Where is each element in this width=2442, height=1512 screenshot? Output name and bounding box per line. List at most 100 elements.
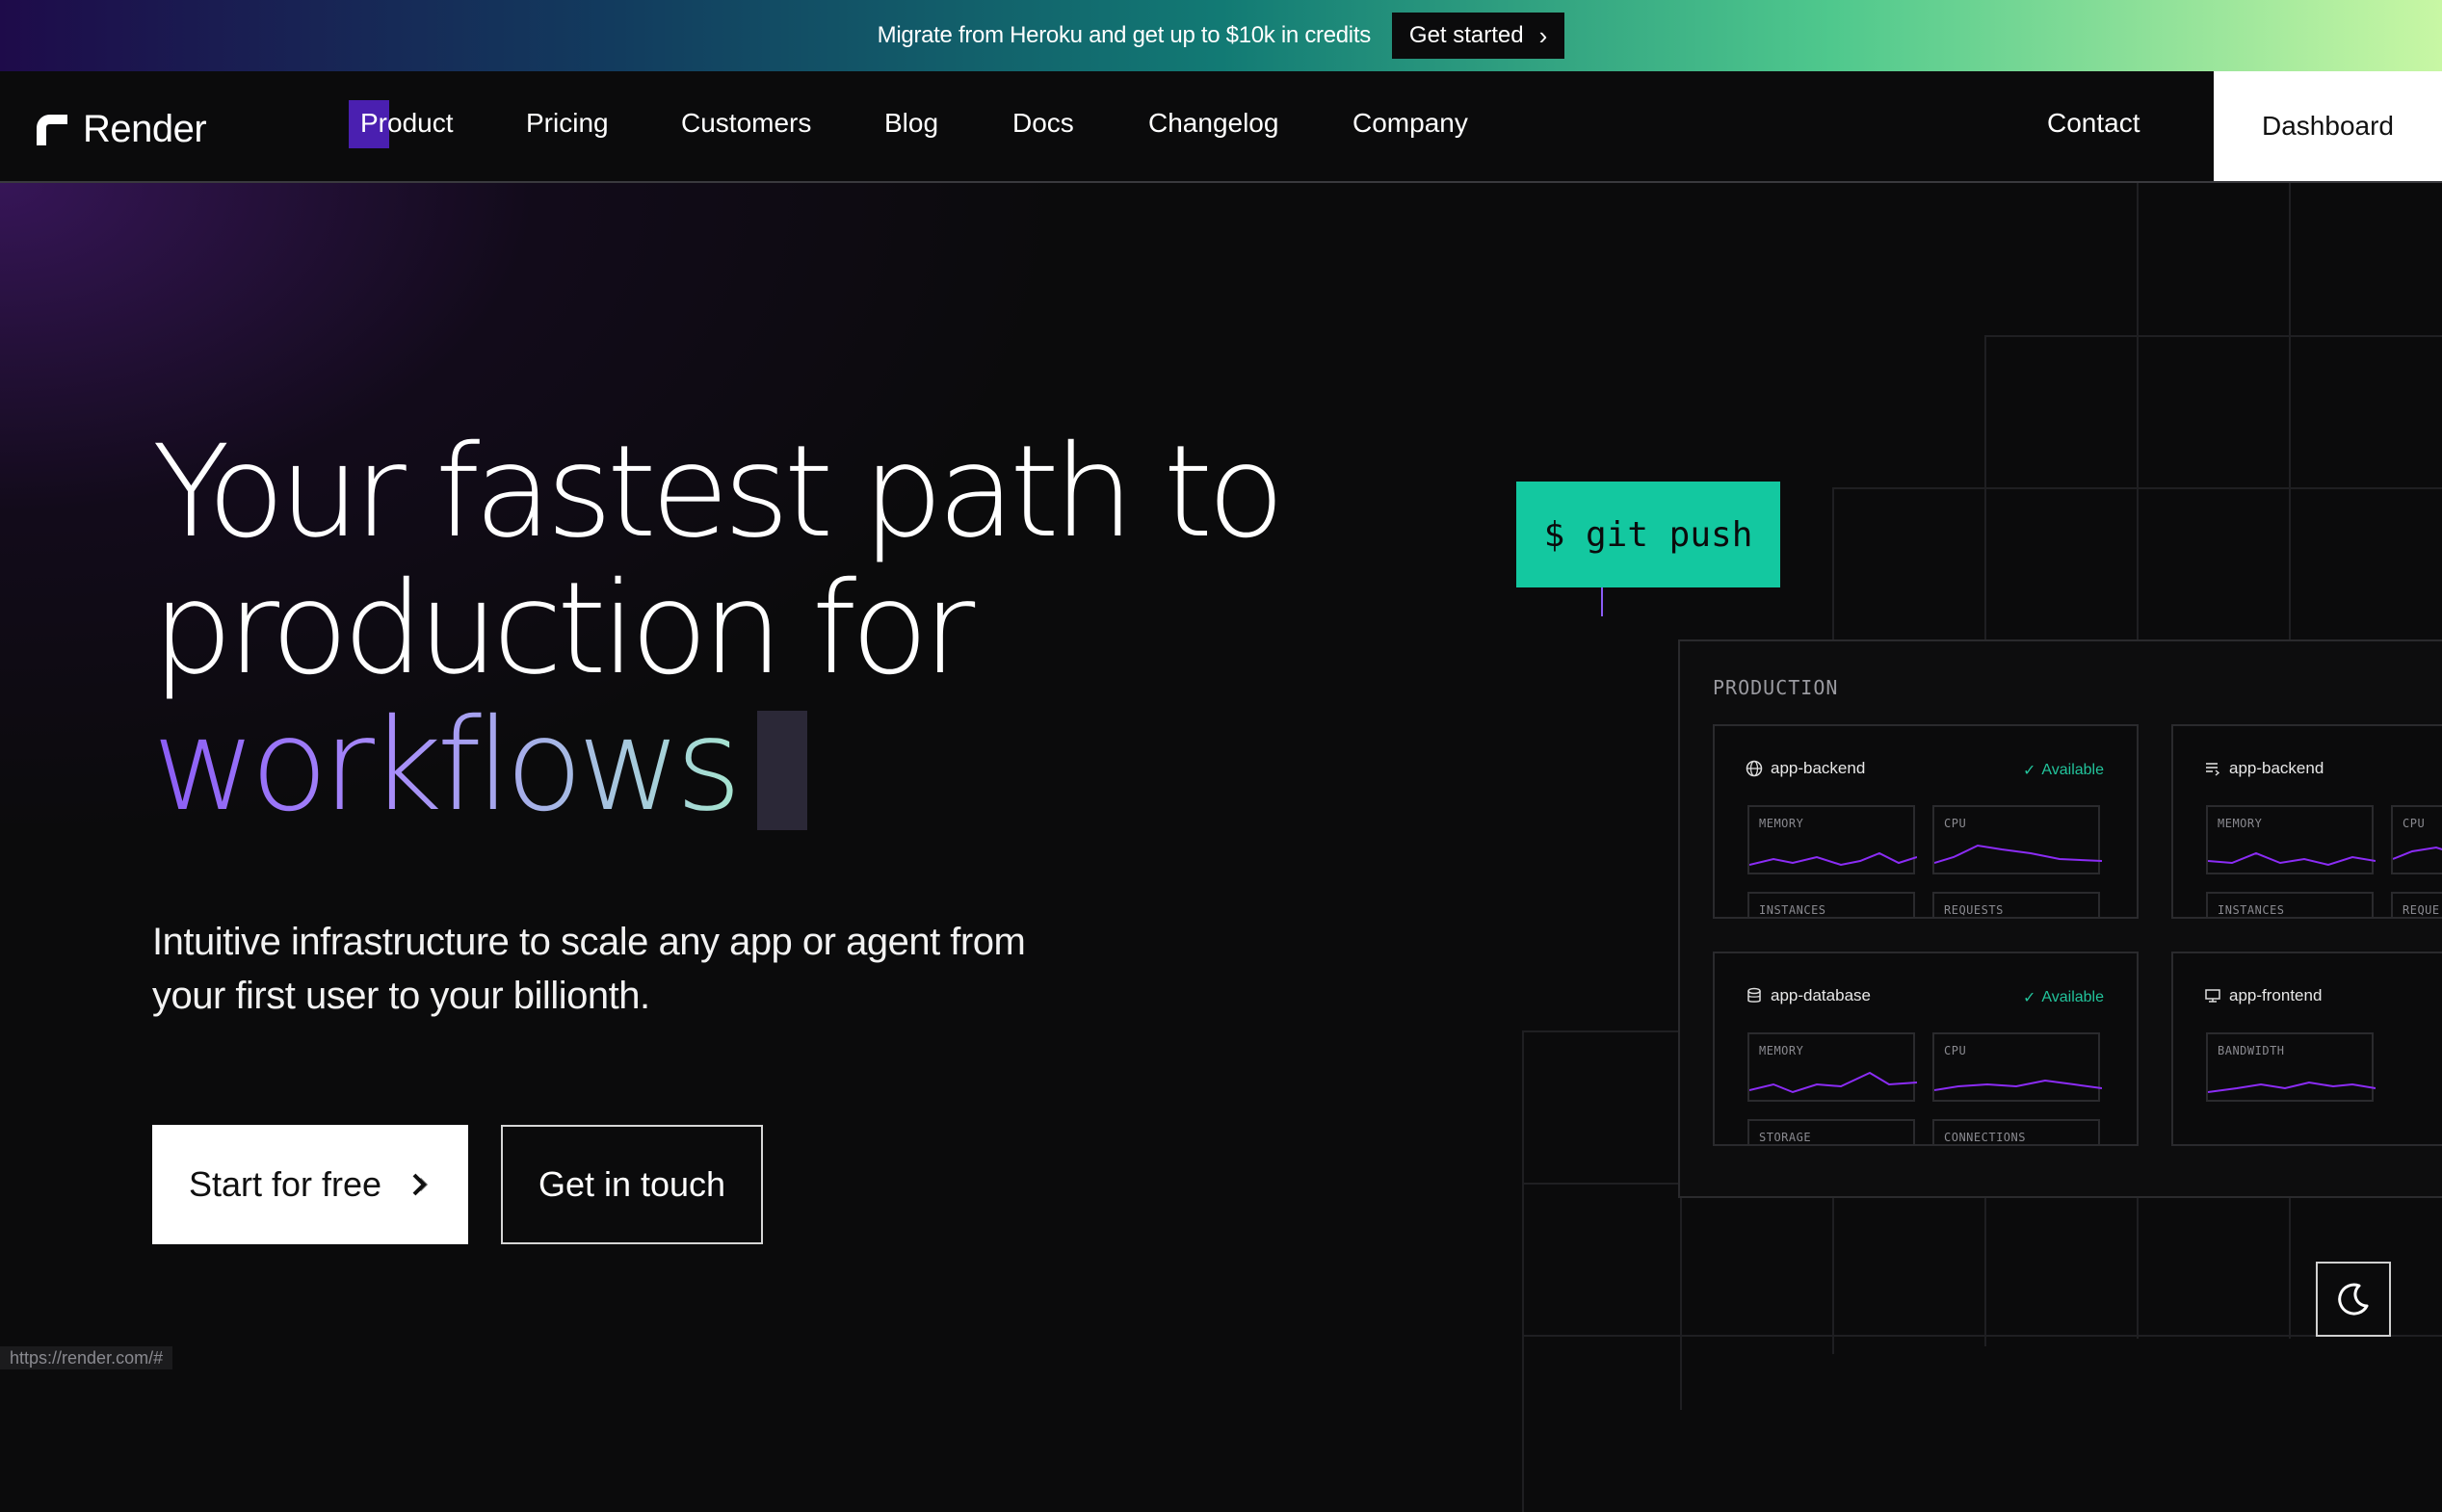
service-name-label: app-backend <box>1771 759 1866 777</box>
theme-toggle-button[interactable] <box>2316 1262 2391 1337</box>
service-name-label: app-database <box>1771 986 1871 1004</box>
nav-item-pricing[interactable]: Pricing <box>526 108 609 139</box>
status-badge: ✓ Available <box>2023 988 2104 1007</box>
nav-label: Company <box>1352 108 1468 138</box>
sparkline <box>1749 851 1917 867</box>
hero-headline: Your fastest path to production for work… <box>152 424 1405 834</box>
monitor-icon <box>2205 989 2220 1003</box>
check-icon: ✓ <box>2022 763 2036 779</box>
service-name: app-backend <box>2204 759 2324 778</box>
nav-item-blog[interactable]: Blog <box>884 108 938 139</box>
sparkline <box>1934 844 2102 864</box>
browser-status-url: https://render.com/# <box>0 1346 173 1369</box>
service-card-app-database[interactable]: app-database ✓ Available MEMORY CPU STOR… <box>1713 952 2139 1146</box>
service-name-label: app-backend <box>2229 759 2324 777</box>
nav-label: Docs <box>1012 108 1074 138</box>
service-name-label: app-frontend <box>2229 986 2323 1004</box>
banner-button-label: Get started <box>1408 22 1524 48</box>
logo-text: Render <box>83 108 207 150</box>
database-icon <box>1747 987 1761 1003</box>
production-panel: PRODUCTION app-backend ✓ Available MEMOR… <box>1678 639 2442 1198</box>
sparkline <box>2208 1081 2376 1093</box>
nav-item-customers[interactable]: Customers <box>681 108 811 139</box>
metric-requests: REQUE <box>2391 892 2442 917</box>
moon-icon <box>2338 1283 2369 1316</box>
dashboard-button[interactable]: Dashboard <box>2214 71 2442 181</box>
metric-label: BANDWIDTH <box>2218 1044 2285 1057</box>
status-label: Available <box>2041 762 2104 778</box>
metric-memory: MEMORY <box>1747 805 1917 874</box>
metric-memory: MEMORY <box>2206 805 2376 874</box>
nav-contact-link[interactable]: Contact <box>2047 108 2140 139</box>
subtitle-line-2: your first user to your billionth. <box>152 975 650 1017</box>
nav-label: Changelog <box>1148 108 1279 138</box>
metric-instances: INSTANCES <box>1747 892 1915 917</box>
check-icon: ✓ <box>2022 990 2036 1006</box>
nav-label: Customers <box>681 108 812 138</box>
metric-storage: STORAGE <box>1747 1119 1915 1144</box>
metric-cpu: CPU <box>1932 805 2102 874</box>
metric-label: INSTANCES <box>1759 903 1826 917</box>
chevron-right-icon: › <box>1538 20 1548 50</box>
nav-label: Pricing <box>526 108 609 138</box>
status-label: Available <box>2041 989 2104 1005</box>
nav-item-company[interactable]: Company <box>1352 108 1468 139</box>
headline-line-3: workflows <box>152 697 1405 834</box>
typing-cursor <box>757 711 808 830</box>
render-logo-icon <box>37 114 67 145</box>
render-logo[interactable]: Render <box>35 108 207 151</box>
metric-cpu: CPU <box>1932 1032 2102 1102</box>
metric-label: CPU <box>2403 817 2426 830</box>
metric-requests: REQUESTS <box>1932 892 2100 917</box>
sparkline <box>1749 1071 1917 1094</box>
nav-item-product[interactable]: Product <box>349 100 454 148</box>
metric-label: MEMORY <box>1759 1044 1804 1057</box>
service-card-app-backend[interactable]: app-backend ✓ Available MEMORY CPU INSTA… <box>1713 724 2139 919</box>
sparkline <box>2208 851 2376 867</box>
metric-label: INSTANCES <box>2218 903 2285 917</box>
metric-label: STORAGE <box>1759 1131 1812 1144</box>
metric-label: REQUE <box>2403 903 2440 917</box>
headline-line-2: production for <box>152 555 975 703</box>
status-badge: ✓ Available <box>2023 761 2104 780</box>
git-push-terminal: $ git push <box>1516 482 1780 587</box>
metric-label: REQUESTS <box>1944 903 2004 917</box>
metric-instances: INSTANCES <box>2206 892 2374 917</box>
production-title: PRODUCTION <box>1713 676 1839 699</box>
metric-bandwidth: BANDWIDTH <box>2206 1032 2376 1102</box>
nav-label: Product <box>360 108 454 138</box>
metric-cpu: CPU <box>2391 805 2442 874</box>
service-name: app-backend <box>1746 759 1865 778</box>
hero-subtitle: Intuitive infrastructure to scale any ap… <box>152 915 1116 1023</box>
service-name: app-database <box>1746 986 1871 1005</box>
metric-label: CPU <box>1944 817 1967 830</box>
top-navigation: Render Product Pricing Customers Blog Do… <box>0 71 2442 183</box>
metric-label: CONNECTIONS <box>1944 1131 2026 1144</box>
start-for-free-label: Start for free <box>188 1164 382 1204</box>
nav-item-docs[interactable]: Docs <box>1012 108 1074 139</box>
subtitle-line-1: Intuitive infrastructure to scale any ap… <box>152 921 1026 963</box>
metric-connections: CONNECTIONS <box>1932 1119 2100 1144</box>
sparkline <box>2393 846 2442 860</box>
nav-label: Blog <box>884 108 939 138</box>
sparkline <box>1934 1079 2102 1091</box>
list-icon <box>2206 763 2220 776</box>
nav-label: Contact <box>2047 108 2140 138</box>
metric-label: MEMORY <box>2218 817 2263 830</box>
promo-banner: Migrate from Heroku and get up to $10k i… <box>0 0 2442 71</box>
banner-get-started-button[interactable]: Get started › <box>1391 13 1565 59</box>
globe-icon <box>1746 760 1763 777</box>
chevron-right-icon <box>412 1173 429 1196</box>
service-card-app-backend-worker[interactable]: app-backend MEMORY CPU INSTANCES REQUE <box>2171 724 2442 919</box>
metric-memory: MEMORY <box>1747 1032 1917 1102</box>
get-in-touch-button[interactable]: Get in touch <box>501 1125 763 1244</box>
metric-label: MEMORY <box>1759 817 1804 830</box>
service-card-app-frontend[interactable]: app-frontend BANDWIDTH <box>2171 952 2442 1146</box>
start-for-free-button[interactable]: Start for free <box>152 1125 468 1244</box>
banner-text: Migrate from Heroku and get up to $10k i… <box>877 22 1372 48</box>
headline-animated-word: workflows <box>152 691 742 840</box>
service-name: app-frontend <box>2204 986 2322 1005</box>
metric-label: CPU <box>1944 1044 1967 1057</box>
nav-item-changelog[interactable]: Changelog <box>1148 108 1278 139</box>
git-push-connector <box>1601 587 1603 616</box>
